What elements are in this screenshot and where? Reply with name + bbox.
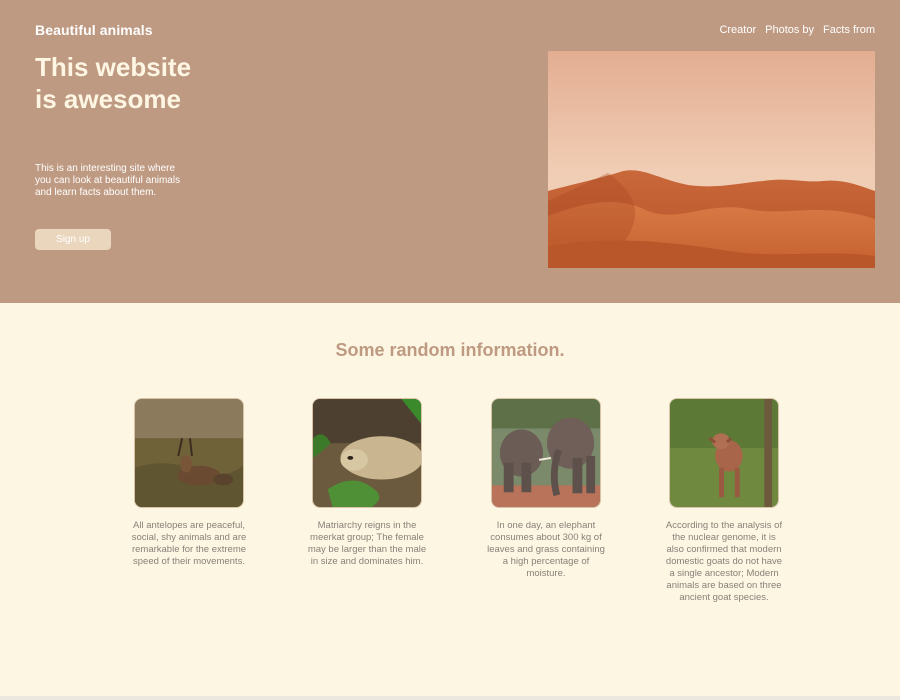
card-text: Matriarchy reigns in the meerkat group; …: [307, 520, 427, 567]
desert-dunes-photo: [548, 51, 875, 268]
card-antelope: All antelopes are peaceful, social, shy …: [129, 398, 249, 568]
card-text: According to the analysis of the nuclear…: [665, 520, 783, 603]
card-goat: According to the analysis of the nuclear…: [664, 398, 784, 604]
nav-link-creator[interactable]: Creator: [719, 24, 756, 36]
card-meerkat: Matriarchy reigns in the meerkat group; …: [307, 398, 427, 568]
card-text: In one day, an elephant consumes about 3…: [487, 520, 605, 579]
nav-link-photos-by[interactable]: Photos by: [765, 24, 814, 36]
card-text: All antelopes are peaceful, social, shy …: [131, 520, 247, 567]
elephant-photo: [491, 398, 601, 508]
footer-divider: [0, 696, 900, 700]
info-section: Some random information. All antelopes a…: [0, 303, 900, 700]
nav-link-facts-from[interactable]: Facts from: [823, 24, 875, 36]
top-nav: Creator Photos by Facts from: [719, 24, 875, 36]
section-title: Some random information.: [335, 340, 565, 360]
goat-photo: [669, 398, 779, 508]
brand-logo-text[interactable]: Beautiful animals: [35, 22, 153, 38]
antelope-photo: [134, 398, 244, 508]
hero-section: Beautiful animals Creator Photos by Fact…: [0, 0, 900, 303]
hero-description: This is an interesting site where you ca…: [35, 163, 181, 198]
card-elephant: In one day, an elephant consumes about 3…: [486, 398, 606, 580]
meerkat-photo: [312, 398, 422, 508]
signup-button[interactable]: Sign up: [35, 229, 111, 250]
hero-headline: This website is awesome: [35, 52, 192, 114]
